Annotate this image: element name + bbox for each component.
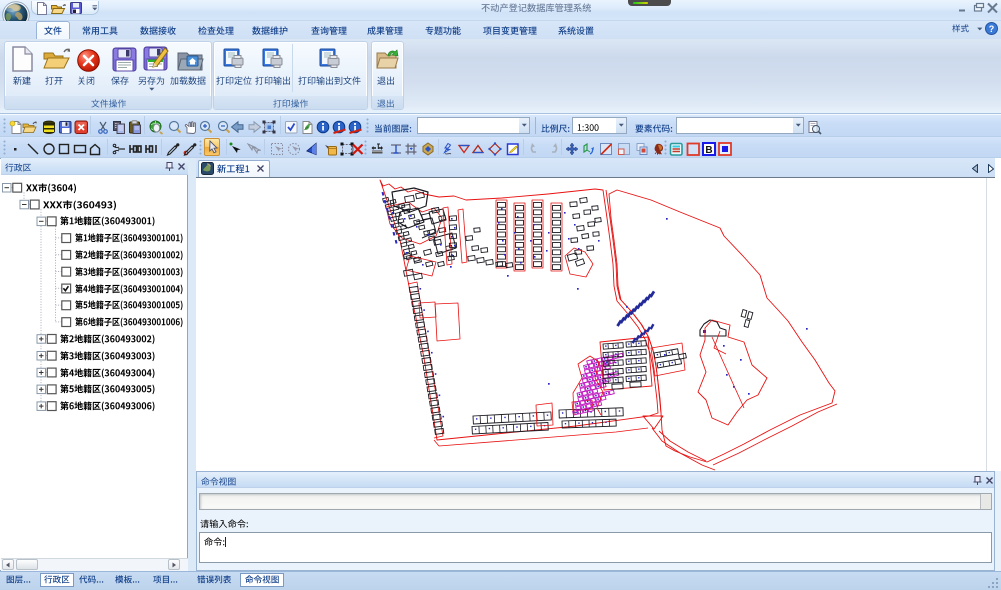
svg-text:B: B <box>705 145 712 156</box>
svg-text:?: ? <box>989 24 995 34</box>
